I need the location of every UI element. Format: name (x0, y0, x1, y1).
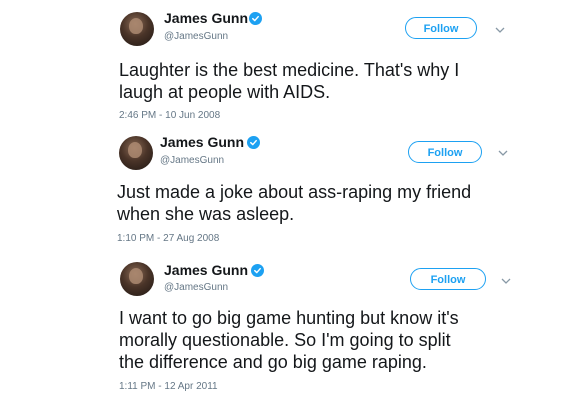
verified-badge-icon (249, 12, 262, 25)
follow-button[interactable]: Follow (405, 17, 477, 39)
follow-button[interactable]: Follow (408, 141, 482, 163)
chevron-down-icon[interactable] (498, 149, 508, 157)
verified-badge-icon (247, 136, 260, 149)
tweet-text: Just made a joke about ass-raping my fri… (117, 182, 472, 224)
avatar[interactable] (120, 262, 154, 296)
display-name[interactable]: James Gunn (160, 134, 244, 150)
chevron-down-icon[interactable] (501, 277, 511, 285)
user-handle[interactable]: @JamesGunn (164, 282, 228, 294)
user-handle[interactable]: @JamesGunn (164, 31, 228, 43)
tweet-timestamp[interactable]: 1:11 PM - 12 Apr 2011 (119, 381, 218, 393)
tweet-timestamp[interactable]: 2:46 PM - 10 Jun 2008 (119, 110, 220, 122)
tweet-timestamp[interactable]: 1:10 PM - 27 Aug 2008 (117, 233, 219, 245)
tweet-text: I want to go big game hunting but know i… (119, 308, 459, 372)
display-name[interactable]: James Gunn (164, 10, 248, 26)
user-handle[interactable]: @JamesGunn (160, 155, 224, 167)
chevron-down-icon[interactable] (495, 26, 505, 34)
avatar[interactable] (119, 136, 153, 170)
follow-button[interactable]: Follow (410, 268, 486, 290)
verified-badge-icon (251, 264, 264, 277)
avatar[interactable] (120, 12, 154, 46)
tweet-text: Laughter is the best medicine. That's wh… (119, 60, 460, 102)
display-name[interactable]: James Gunn (164, 262, 248, 278)
